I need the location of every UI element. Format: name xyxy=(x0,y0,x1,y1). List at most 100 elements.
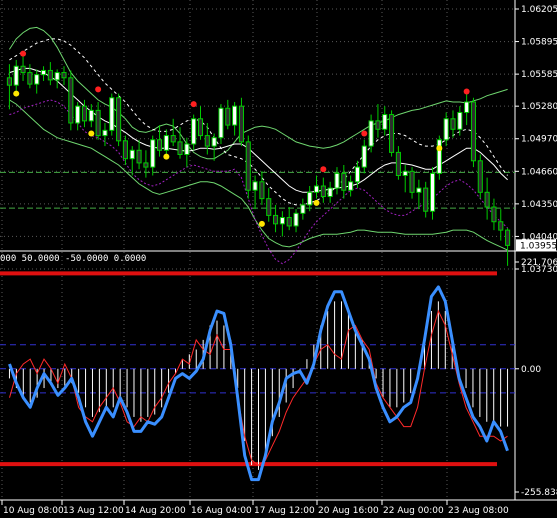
time-tick-label: 22 Aug 00:00 xyxy=(383,506,444,516)
price-tick-label: 1.05585 xyxy=(521,70,557,80)
candle-body xyxy=(307,191,313,206)
osc-tick-label: -255.8380 xyxy=(521,488,557,498)
candle-body xyxy=(157,139,163,151)
candle-body xyxy=(61,72,67,79)
candle-body xyxy=(505,229,511,246)
fractal-down-marker xyxy=(436,145,443,152)
fractal-up-marker xyxy=(463,88,470,95)
price-tick-label: 1.05280 xyxy=(521,102,557,112)
candle-body xyxy=(54,72,60,81)
candle-body xyxy=(150,139,156,168)
fractal-down-marker xyxy=(313,199,320,206)
time-tick-label: 17 Aug 12:00 xyxy=(254,506,315,516)
candle-body xyxy=(477,160,483,193)
candle-body xyxy=(450,118,456,130)
time-tick-label: 16 Aug 04:00 xyxy=(191,506,252,516)
price-tick-label: 1.06205 xyxy=(521,5,557,15)
candle-body xyxy=(232,105,238,126)
candle-body xyxy=(361,145,367,168)
candle-body xyxy=(443,118,449,141)
candle-body xyxy=(279,217,285,225)
candle-body xyxy=(320,185,326,198)
time-tick-label: 10 Aug 08:00 xyxy=(3,506,64,516)
osc-tick-label: 0.00 xyxy=(521,365,541,375)
candle-body xyxy=(184,143,190,155)
candle-body xyxy=(382,114,388,130)
candle-body xyxy=(293,212,299,227)
candle-body xyxy=(177,141,183,155)
current-price-label: 1.03955 xyxy=(520,241,557,251)
candle-body xyxy=(218,107,224,139)
candle-body xyxy=(327,187,333,198)
candle-body xyxy=(252,181,258,191)
time-tick-label: 13 Aug 12:00 xyxy=(63,506,124,516)
fractal-up-marker xyxy=(190,101,197,108)
osc-tick-label: 221.7062 xyxy=(521,258,557,268)
price-tick-label: 1.04350 xyxy=(521,200,557,210)
price-tick-label: 1.04660 xyxy=(521,167,557,177)
fractal-down-marker xyxy=(258,220,265,227)
time-tick-label: 14 Aug 20:00 xyxy=(125,506,186,516)
candle-body xyxy=(47,69,53,81)
price-tick-label: 1.04970 xyxy=(521,135,557,145)
candle-body xyxy=(102,129,108,137)
candle-body xyxy=(109,97,115,131)
candle-body xyxy=(191,118,197,145)
candle-body xyxy=(143,162,149,168)
time-tick-label: 20 Aug 16:00 xyxy=(318,506,379,516)
candle-body xyxy=(286,217,292,227)
candle-body xyxy=(300,204,306,214)
fractal-up-marker xyxy=(320,166,327,173)
candle-body xyxy=(34,74,40,85)
candle-body xyxy=(204,135,210,147)
candle-body xyxy=(163,135,169,151)
candle-body xyxy=(436,139,442,174)
candle-body xyxy=(27,72,33,85)
candle-body xyxy=(266,198,272,216)
fractal-down-marker xyxy=(163,153,170,160)
candle-body xyxy=(354,166,360,183)
candle-body xyxy=(395,151,401,177)
candle-body xyxy=(484,191,490,208)
candle-body xyxy=(88,109,94,122)
candle-body xyxy=(368,120,374,147)
candle-body xyxy=(116,97,122,142)
fractal-down-marker xyxy=(88,130,95,137)
candle-body xyxy=(375,120,381,130)
candle-body xyxy=(348,181,354,191)
candle-body xyxy=(416,187,422,193)
candle-body xyxy=(464,101,470,113)
candle-body xyxy=(95,109,101,137)
fractal-up-marker xyxy=(95,86,102,93)
candle-body xyxy=(40,69,47,76)
candle-body xyxy=(211,137,217,147)
candle-body xyxy=(313,185,320,193)
fractal-down-marker xyxy=(13,90,20,97)
candle-body xyxy=(197,118,204,137)
fractal-up-marker xyxy=(20,50,27,57)
candle-body xyxy=(259,181,265,200)
candle-body xyxy=(470,101,477,162)
candle-body xyxy=(402,170,408,177)
candle-body xyxy=(423,187,429,212)
candle-body xyxy=(429,172,436,212)
candle-body xyxy=(75,105,81,124)
candle-body xyxy=(491,206,497,223)
trading-terminal: 1.06205 1.05895 1.05585 1.05280 1.04970 1.046… xyxy=(0,0,557,518)
candle-body xyxy=(457,111,463,130)
candle-body xyxy=(341,172,347,191)
candle-body xyxy=(498,221,504,231)
candle-body xyxy=(225,107,231,126)
candle-body xyxy=(170,135,176,143)
candle-body xyxy=(245,141,251,191)
candle-body xyxy=(273,214,279,225)
indicator-header: 000 50.0000 -50.0000 0.0000 xyxy=(0,254,147,264)
candle-body xyxy=(409,170,415,193)
candle-body xyxy=(68,77,74,124)
candle-body xyxy=(81,105,88,122)
candle-body xyxy=(389,114,395,153)
candle-body xyxy=(129,149,135,160)
candle-body xyxy=(334,172,340,189)
candle-body xyxy=(6,77,12,86)
candle-body xyxy=(136,149,142,164)
